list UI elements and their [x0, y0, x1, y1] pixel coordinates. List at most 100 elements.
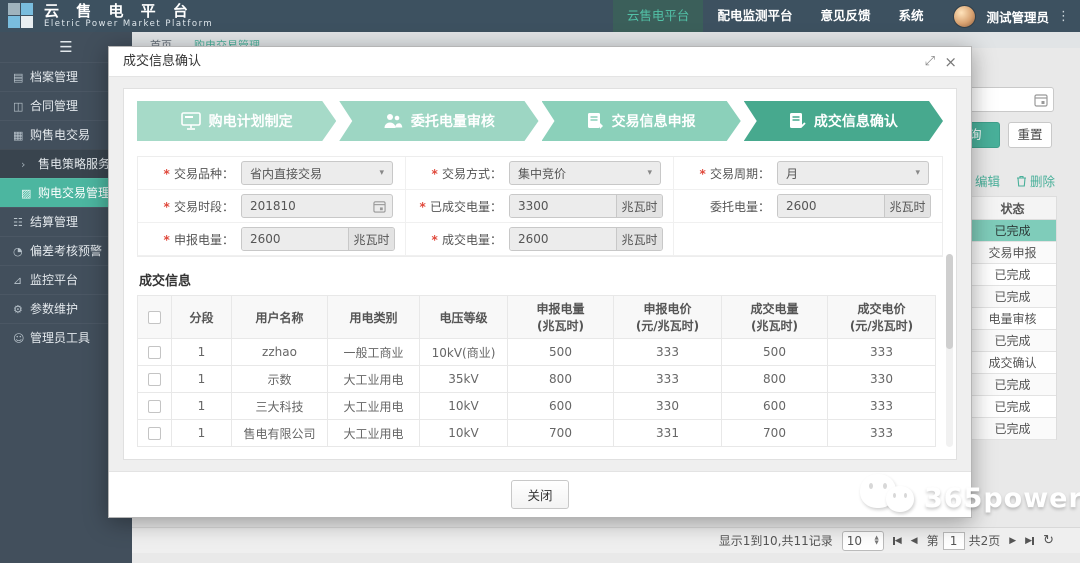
status-row[interactable]: 已完成 — [969, 264, 1056, 286]
declare-qty-input[interactable]: 2600 — [242, 228, 348, 250]
chevron-down-icon: ▾ — [647, 168, 652, 178]
status-row[interactable]: 已完成 — [969, 418, 1056, 440]
calendar-icon — [373, 200, 386, 213]
field-label: 交易方式： — [406, 165, 502, 182]
sidebar-item-label: 售电策略服务 — [38, 157, 110, 171]
modal-scrollbar[interactable] — [946, 254, 953, 447]
close-icon[interactable]: × — [944, 47, 957, 77]
field-declare-qty: 申报电量： 2600兆瓦时 — [138, 223, 406, 256]
field-trade-period: 交易时段： 201810 — [138, 190, 406, 223]
row-checkbox[interactable] — [148, 400, 161, 413]
current-page-input[interactable]: 1 — [943, 532, 965, 550]
table-row[interactable]: 1zzhao一般工商业10kV(商业) 500333500333 — [138, 339, 936, 366]
status-row[interactable]: 已完成 — [969, 330, 1056, 352]
table-row[interactable]: 1三大科技大工业用电10kV 600330600333 — [138, 393, 936, 420]
unit-label: 兆瓦时 — [616, 228, 662, 250]
more-vertical-icon[interactable]: ⋮ — [1057, 9, 1070, 24]
status-row[interactable]: 交易申报 — [969, 242, 1056, 264]
sidebar-item-label: 管理员工具 — [30, 331, 90, 345]
step-label: 交易信息申报 — [612, 111, 696, 131]
next-page-button[interactable]: ▶ — [1009, 536, 1016, 546]
prev-page-button[interactable]: ◀ — [911, 536, 918, 546]
step-purchase-plan[interactable]: 购电计划制定 — [137, 101, 336, 141]
avatar[interactable] — [953, 5, 976, 28]
sidebar-item-label: 购售电交易 — [30, 128, 90, 142]
top-nav: 云售电平台 配电监测平台 意见反馈 系统 测试管理员 ⋮ — [613, 0, 1080, 32]
sidebar-item-label: 合同管理 — [30, 99, 78, 113]
step-deal-confirm[interactable]: 成交信息确认 — [744, 101, 943, 141]
step-label: 成交信息确认 — [814, 111, 898, 131]
status-row[interactable]: 已完成 — [969, 286, 1056, 308]
field-trade-mode: 交易方式： 集中竞价▾ — [406, 157, 674, 190]
field-entrust-qty: 委托电量： 2600兆瓦时 — [674, 190, 942, 223]
unit-label: 兆瓦时 — [884, 195, 930, 217]
table-header-row: 分段 用户名称 用电类别 电压等级 申报电量(兆瓦时) 申报电价(元/兆瓦时) … — [138, 296, 936, 339]
step-entrust-review[interactable]: 委托电量审核 — [339, 101, 538, 141]
unit-label: 兆瓦时 — [616, 195, 662, 217]
deal-qty-input[interactable]: 2600 — [510, 228, 616, 250]
settlement-icon: ☷ — [13, 208, 30, 237]
gear-icon: ⚙ — [13, 295, 30, 324]
calendar-icon — [1034, 93, 1048, 110]
brand-subtitle: Eletric Power Market Platform — [44, 20, 213, 29]
watermark: 365power — [860, 474, 1080, 522]
status-row[interactable]: 已完成 — [969, 220, 1056, 242]
step-trade-declare[interactable]: 交易信息申报 — [542, 101, 741, 141]
topnav-tab-system[interactable]: 系统 — [884, 0, 937, 32]
app-window: 云 售 电 平 台 Eletric Power Market Platform … — [0, 0, 1080, 563]
file-icon: ▨ — [21, 179, 38, 208]
trade-cycle-select[interactable]: 月▾ — [777, 161, 929, 185]
status-row[interactable]: 成交确认 — [969, 352, 1056, 374]
total-pages: 共2页 — [969, 534, 1001, 548]
maximize-icon[interactable]: ⤢ — [925, 47, 935, 77]
field-label: 已成交电量： — [406, 198, 502, 215]
table-row[interactable]: 1示数大工业用电35kV 800333800330 — [138, 366, 936, 393]
edit-link[interactable]: 编辑 — [975, 171, 1000, 190]
dealt-qty-input[interactable]: 3300 — [510, 195, 616, 217]
trade-type-select[interactable]: 省内直接交易▾ — [241, 161, 393, 185]
page-size-select[interactable]: 10 ▲▼ — [842, 531, 884, 551]
trade-mode-select[interactable]: 集中竞价▾ — [509, 161, 661, 185]
watermark-text: 365power — [924, 483, 1080, 514]
status-column-header: 状态 — [969, 196, 1056, 220]
row-checkbox[interactable] — [148, 373, 161, 386]
deal-form: 交易品种： 省内直接交易▾ 交易方式： 集中竞价▾ 交易周期： 月▾ 交易时段：… — [137, 156, 943, 257]
page-indicator: 第1共2页 — [927, 532, 1001, 550]
delete-link[interactable]: 删除 — [1016, 171, 1055, 190]
topnav-tab-feedback[interactable]: 意见反馈 — [806, 0, 884, 32]
reset-button[interactable]: 重置 — [1008, 122, 1052, 148]
scrollbar-thumb[interactable] — [946, 254, 953, 349]
row-checkbox[interactable] — [148, 427, 161, 440]
entrust-qty-input[interactable]: 2600 — [778, 195, 884, 217]
select-all-checkbox[interactable] — [148, 311, 161, 324]
status-row[interactable]: 已完成 — [969, 396, 1056, 418]
refresh-icon[interactable]: ↻ — [1043, 533, 1054, 548]
spinner-icon[interactable]: ▲▼ — [875, 536, 879, 545]
top-header: 云 售 电 平 台 Eletric Power Market Platform … — [0, 0, 1080, 32]
unit-label: 兆瓦时 — [348, 228, 394, 250]
last-page-icon: ▶ — [1025, 536, 1032, 546]
table-row[interactable]: 1售电有限公司大工业用电10kV 700331700333 — [138, 420, 936, 447]
row-checkbox[interactable] — [148, 346, 161, 359]
trash-icon — [1016, 175, 1027, 187]
modal-body: 购电计划制定 委托电量审核 交易信息申报 成交信息确认 — [109, 77, 971, 471]
pagination-bar: 显示1到10,共11记录 10 ▲▼ ◀ ◀ 第1共2页 ▶ ▶ ↻ — [132, 527, 1080, 553]
user-icon: ☺ — [13, 324, 30, 353]
step-label: 购电计划制定 — [209, 111, 293, 131]
close-button[interactable]: 关闭 — [511, 480, 568, 509]
status-row[interactable]: 已完成 — [969, 374, 1056, 396]
topnav-tab-cloud-platform[interactable]: 云售电平台 — [613, 0, 704, 32]
field-label: 委托电量： — [674, 198, 770, 215]
cart-icon: ▦ — [13, 121, 30, 150]
chevron-down-icon: ▾ — [379, 168, 384, 178]
status-row[interactable]: 电量审核 — [969, 308, 1056, 330]
last-page-button[interactable]: ▶ — [1025, 536, 1034, 546]
brand: 云 售 电 平 台 Eletric Power Market Platform — [44, 3, 213, 29]
topnav-tab-distribution-monitor[interactable]: 配电监测平台 — [703, 0, 806, 32]
first-page-button[interactable]: ◀ — [893, 536, 902, 546]
trade-period-input[interactable]: 201810 — [241, 194, 393, 218]
field-deal-qty: 成交电量： 2600兆瓦时 — [406, 223, 674, 256]
sidebar-item-label: 参数维护 — [30, 302, 78, 316]
wizard-stepper: 购电计划制定 委托电量审核 交易信息申报 成交信息确认 — [137, 101, 943, 141]
delete-label: 删除 — [1030, 171, 1055, 190]
